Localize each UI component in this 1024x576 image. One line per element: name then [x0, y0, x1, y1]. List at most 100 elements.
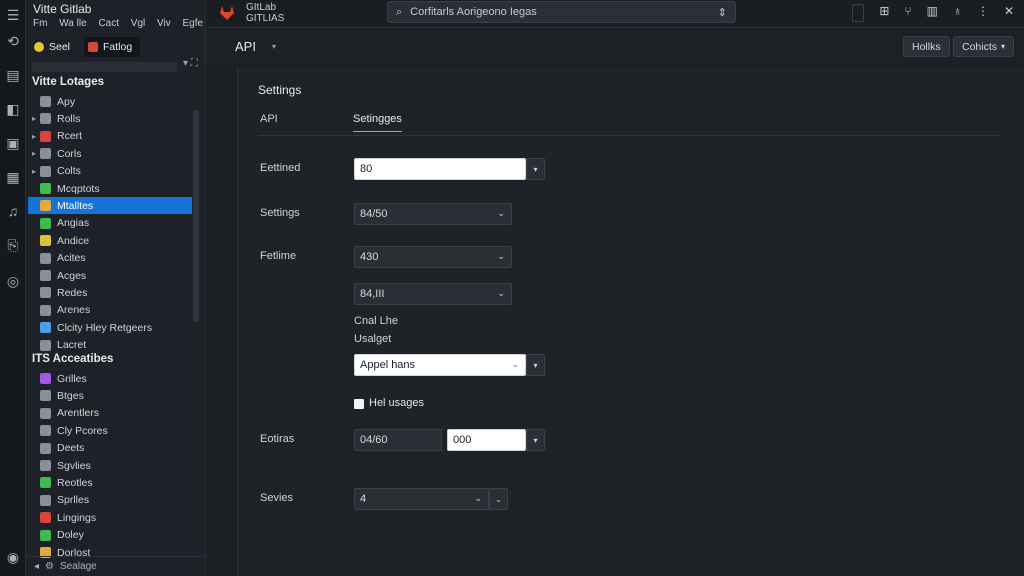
close-icon[interactable]: ✕: [1004, 4, 1014, 22]
explorer-icon[interactable]: ▤: [4, 66, 22, 84]
cohicts-button[interactable]: Cohicts ▾: [953, 36, 1015, 57]
menu-item[interactable]: Egfe: [183, 18, 204, 29]
sidebar-scrollbar[interactable]: [193, 110, 199, 322]
globe-icon[interactable]: ◎: [4, 272, 22, 290]
sidebar-tree-item-label: Cly Pcores: [57, 424, 108, 437]
sidebar-tab-seel[interactable]: Seel: [30, 37, 78, 57]
chevron-right-icon[interactable]: ▸: [28, 149, 40, 158]
sidebar-tree-item[interactable]: Lingings: [28, 509, 192, 526]
app-name: GItLab GITLIAS: [246, 2, 285, 24]
sidebar-tree-item[interactable]: Acges: [28, 267, 192, 284]
sidebar-tree-item[interactable]: Cly Pcores: [28, 422, 192, 439]
chevron-right-icon[interactable]: ▸: [28, 114, 40, 123]
usages-checkbox[interactable]: [354, 399, 364, 409]
settings-select[interactable]: 84/50 ⌄: [354, 203, 512, 225]
sidebar: Vitte Gitlab Fm Wa lle Cact Vgl Viv Egfe…: [26, 0, 206, 576]
range-end-input[interactable]: 000: [447, 429, 526, 451]
chevron-updown-icon[interactable]: ⇕: [718, 6, 727, 19]
branch-icon[interactable]: ⑂: [904, 4, 911, 22]
file-type-icon: [40, 322, 51, 334]
menu-item[interactable]: Cact: [98, 18, 119, 29]
sidebar-tree-item[interactable]: Mcqptots: [28, 180, 192, 197]
file-type-icon: [40, 529, 51, 541]
secondary-select[interactable]: 84,III ⌄: [354, 283, 512, 305]
sidebar-tree-item[interactable]: Acites: [28, 250, 192, 267]
chevron-down-icon: ⌄: [511, 359, 519, 369]
file-type-icon: [40, 217, 51, 229]
chevron-right-icon[interactable]: ▸: [28, 132, 40, 141]
panel-toggle-icon[interactable]: [852, 4, 865, 22]
menu-item[interactable]: Viv: [157, 18, 171, 29]
file-type-icon: [40, 165, 51, 177]
sidebar-tree-item[interactable]: ▸ Corls: [28, 145, 192, 162]
fetlime-select[interactable]: 430 ⌄: [354, 246, 512, 268]
source-control-icon[interactable]: ⟲: [4, 32, 22, 50]
sidebar-section-title[interactable]: ITS Acceatibes: [32, 353, 113, 365]
sidebar-tree-item[interactable]: Apy: [28, 93, 192, 110]
sidebar-tree-item[interactable]: Angias: [28, 215, 192, 232]
tab-settings[interactable]: Setingges: [353, 113, 402, 132]
hollks-button[interactable]: Hollks: [903, 36, 950, 57]
menu-item[interactable]: Wa lle: [59, 18, 86, 29]
account-icon[interactable]: ◉: [4, 548, 22, 566]
dropdown-button[interactable]: ▾: [526, 429, 545, 451]
sidebar-tree-item[interactable]: Mtalltes: [28, 197, 192, 215]
status-dot-icon: [34, 42, 44, 52]
menu-icon[interactable]: ☰: [4, 6, 22, 24]
sidebar-tree-item-label: Mtalltes: [57, 199, 94, 212]
chevron-down-icon[interactable]: ▾: [272, 42, 276, 51]
music-icon[interactable]: ♫: [4, 202, 22, 220]
sidebar-tree-item[interactable]: Redes: [28, 284, 192, 301]
sidebar-tree-item[interactable]: Lacret: [28, 337, 192, 354]
page-header: API ▾ Hollks Cohicts ▾: [206, 30, 1024, 64]
file-type-icon: [40, 96, 51, 107]
collapse-icons[interactable]: ▾ ⛶: [183, 58, 198, 69]
terminal-icon[interactable]: ▣: [4, 134, 22, 152]
sidebar-tree-item-label: Clcity Hley Retgeers: [57, 321, 153, 334]
layout-icon[interactable]: ⊞: [879, 4, 889, 22]
sidebar-tree-item[interactable]: Sgvlies: [28, 457, 192, 474]
sidebar-tree-item[interactable]: ▸ Colts: [28, 163, 192, 180]
settings-icon[interactable]: ⚙: [45, 561, 54, 572]
sidebar-tree-item[interactable]: Arentlers: [28, 405, 192, 422]
sidebar-tree-item[interactable]: ▸ Rolls: [28, 110, 192, 127]
sidebar-tree-item[interactable]: Andice: [28, 232, 192, 249]
library-icon[interactable]: ▥: [927, 4, 938, 22]
sidebar-tree-item[interactable]: Arenes: [28, 302, 192, 319]
usage-select[interactable]: Appel hans ⌄: [354, 354, 526, 376]
more-icon[interactable]: ⋮: [977, 4, 989, 22]
dropdown-button[interactable]: ⌄: [489, 488, 508, 510]
sidebar-tree-item[interactable]: Reotles: [28, 474, 192, 491]
sidebar-section-title[interactable]: Vitte Lotages: [32, 76, 104, 88]
sidebar-tree-item-label: Sprlles: [57, 494, 90, 507]
command-search[interactable]: ⌕ Corfitarls Aorigeono Iegas ⇕: [387, 1, 736, 23]
sidebar-tree-item[interactable]: Sprlles: [28, 492, 192, 509]
file-type-icon: [40, 200, 51, 212]
range-start-input[interactable]: 04/60: [354, 429, 442, 451]
sidebar-tree-item[interactable]: Clcity Hley Retgeers: [28, 319, 192, 336]
sidebar-tree-item[interactable]: ▸ Rcert: [28, 128, 192, 145]
tab-api[interactable]: API: [260, 113, 278, 125]
menu-item[interactable]: Vgl: [131, 18, 145, 29]
package-icon[interactable]: ▦: [4, 168, 22, 186]
chevron-right-icon[interactable]: ▸: [28, 167, 40, 176]
dropdown-button[interactable]: ▾: [526, 354, 545, 376]
file-type-icon: [40, 270, 51, 281]
value-input[interactable]: 80: [354, 158, 526, 180]
sidebar-tab-fatlog[interactable]: Fatlog: [84, 37, 141, 57]
checkbox-label: Hel usages: [369, 397, 425, 409]
chevron-left-icon[interactable]: ◂: [34, 561, 39, 572]
sidebar-footer-label[interactable]: Sealage: [60, 561, 97, 572]
sidebar-filter-input[interactable]: [32, 62, 177, 72]
document-icon[interactable]: ⎘: [4, 236, 22, 254]
sidebar-tree-item[interactable]: Deets: [28, 440, 192, 457]
sidebar-tree-item[interactable]: Btges: [28, 387, 192, 404]
menu-item[interactable]: Fm: [33, 18, 47, 29]
sidebar-tree-item[interactable]: Doley: [28, 527, 192, 544]
dropdown-button[interactable]: ▾: [526, 158, 545, 180]
sidebar-tree-item[interactable]: Grilles: [28, 370, 192, 387]
pin-icon[interactable]: ♁: [953, 4, 962, 22]
extensions-icon[interactable]: ◧: [4, 100, 22, 118]
sevies-select[interactable]: 4 ⌄: [354, 488, 489, 510]
sidebar-tree-item-label: Corls: [57, 147, 82, 160]
